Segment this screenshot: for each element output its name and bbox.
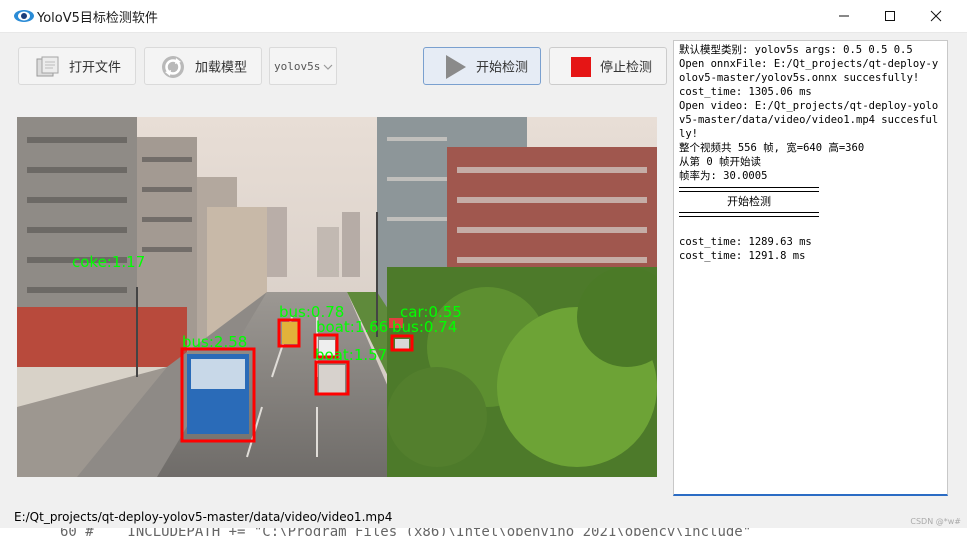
stop-detect-button[interactable]: 停止检测 — [549, 47, 667, 85]
file-icon — [36, 56, 59, 77]
detection-label: bus:2.58 — [182, 333, 247, 351]
start-detect-label: 开始检测 — [476, 60, 529, 76]
status-path: E:/Qt_projects/qt-deploy-yolov5-master/d… — [14, 510, 393, 524]
open-file-label: 打开文件 — [69, 60, 122, 76]
model-select[interactable]: yolov5s — [269, 47, 337, 85]
log-lines-after: cost_time: 1289.63 ms cost_time: 1291.8 m… — [679, 221, 942, 263]
log-textbox[interactable]: 默认模型类别: yolov5s args: 0.5 0.5 0.5 Open on… — [673, 40, 948, 496]
refresh-icon — [162, 56, 184, 78]
log-line: Open video: E:/Qt_projects/qt-deploy-yol… — [679, 100, 939, 140]
separator-title: 开始检测 — [727, 195, 771, 208]
log-line: cost_time: 1289.63 ms — [679, 236, 812, 248]
detection-box — [277, 318, 301, 348]
main-window-body: 打开文件 加载模型 yolov5s 开始检测 停止检测 coke:1.17 bu… — [0, 33, 967, 508]
play-icon — [446, 55, 466, 79]
eye-icon — [14, 10, 34, 22]
stop-detect-label: 停止检测 — [600, 60, 653, 76]
separator-line-bottom — [679, 212, 819, 217]
start-detect-button[interactable]: 开始检测 — [423, 47, 541, 85]
watermark: CSDN @*w# — [910, 517, 961, 526]
detection-box — [390, 334, 414, 352]
log-separator: 开始检测 — [679, 187, 819, 217]
chevron-down-icon — [323, 64, 333, 70]
log-line: cost_time: 1291.8 ms — [679, 250, 806, 262]
detection-label: bus:0.74 — [392, 318, 457, 336]
detection-overlay: coke:1.17bus:2.58bus:0.78 car:0.55boat:1.… — [72, 253, 462, 443]
maximize-icon — [885, 11, 895, 21]
model-select-value: yolov5s — [274, 60, 321, 73]
log-line: 帧率为: 30.0005 — [679, 170, 768, 182]
minimize-icon — [839, 15, 849, 17]
stop-icon — [571, 57, 591, 77]
background-code-line: 60 # INCLUDEPATH += "C:\Program Files (x… — [60, 528, 752, 536]
video-display: coke:1.17 bus:2.58 bus:0.78 car:0.55 boat:1.… — [17, 117, 657, 477]
load-model-button[interactable]: 加载模型 — [144, 47, 262, 85]
detection-box — [180, 347, 256, 443]
minimize-button[interactable] — [821, 0, 867, 32]
log-line: Open onnxFile: E:/Qt_projects/qt-deploy-… — [679, 58, 939, 84]
open-file-button[interactable]: 打开文件 — [18, 47, 136, 85]
window-title: YoloV5目标检测软件 — [37, 11, 158, 26]
log-line: 默认模型类别: yolov5s args: 0.5 0.5 0.5 — [679, 44, 913, 56]
detection-label: boat:1.57 — [315, 346, 387, 364]
title-bar: YoloV5目标检测软件 — [0, 0, 967, 33]
maximize-button[interactable] — [867, 0, 913, 32]
load-model-label: 加载模型 — [195, 60, 248, 76]
background-editor-strip: 60 # INCLUDEPATH += "C:\Program Files (x… — [0, 528, 967, 536]
log-line: 从第 0 帧开始读 — [679, 156, 761, 168]
log-line: 整个视频共 556 帧, 宽=640 高=360 — [679, 142, 865, 154]
log-line: cost_time: 1305.06 ms — [679, 86, 812, 98]
detection-box — [314, 360, 350, 396]
log-lines-before: 默认模型类别: yolov5s args: 0.5 0.5 0.5 Open on… — [679, 43, 942, 183]
detection-label: coke:1.17 — [72, 253, 145, 271]
status-bar: E:/Qt_projects/qt-deploy-yolov5-master/d… — [0, 508, 967, 528]
close-icon — [930, 10, 942, 22]
detection-label: boat:1.66 — [316, 318, 388, 336]
close-button[interactable] — [913, 0, 959, 32]
